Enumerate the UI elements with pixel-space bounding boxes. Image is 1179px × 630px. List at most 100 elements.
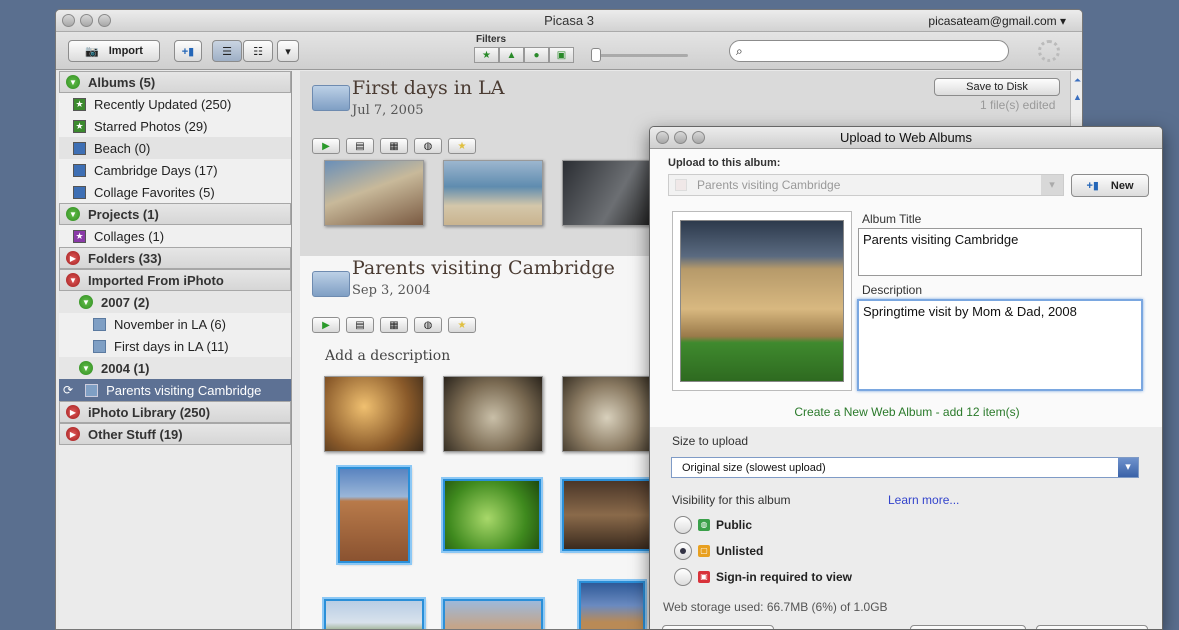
album-title-field[interactable]: Parents visiting Cambridge <box>858 228 1142 276</box>
import-button[interactable]: 📷 Import <box>68 40 160 62</box>
list-view-button[interactable]: ☰ <box>212 40 242 62</box>
star-button-icon[interactable]: ★ <box>448 138 476 154</box>
expand-triangle-icon[interactable]: ▼ <box>79 295 93 309</box>
sidebar-item-label: Cambridge Days (17) <box>94 162 218 178</box>
sidebar-folder-parents-visiting-cambridge[interactable]: ⟳ Parents visiting Cambridge <box>59 379 291 401</box>
sidebar-other-label: Other Stuff (19) <box>88 426 183 442</box>
save-to-disk-button[interactable]: Save to Disk <box>934 78 1060 96</box>
album-icon: ★ <box>73 97 86 111</box>
video-filter-icon[interactable]: ▣ <box>549 47 574 63</box>
sidebar-year-label: 2007 (2) <box>101 294 150 310</box>
dialog-cancel-button[interactable] <box>910 625 1026 629</box>
expand-triangle-icon[interactable]: ▼ <box>66 75 80 89</box>
signin-option[interactable]: ▣ Sign-in required to view <box>698 570 852 584</box>
photo-thumbnail-selected[interactable] <box>577 579 647 629</box>
unlisted-radio[interactable] <box>674 542 692 560</box>
album-select[interactable]: Parents visiting Cambridge ▾ <box>668 174 1064 196</box>
star-button-icon[interactable]: ★ <box>448 317 476 333</box>
photo-thumbnail[interactable] <box>443 160 543 226</box>
sidebar-item-collages[interactable]: ★ Collages (1) <box>59 225 291 247</box>
photo-thumbnail-selected[interactable] <box>441 477 543 553</box>
sidebar-year-2007[interactable]: ▼ 2007 (2) <box>59 291 291 313</box>
thumbnail-view-button[interactable]: ☷ <box>243 40 273 62</box>
play-slideshow-icon[interactable]: ▶ <box>312 317 340 333</box>
sidebar-folder-first-days-la[interactable]: First days in LA (11) <box>59 335 291 357</box>
upload-size-select[interactable]: Original size (slowest upload) ▾ <box>671 457 1139 478</box>
album-thumb-icon <box>675 179 687 191</box>
photo-thumbnail-selected[interactable] <box>560 477 654 553</box>
scroll-up-icon[interactable]: ▲ <box>1071 92 1082 102</box>
filter-slider-knob[interactable] <box>591 48 601 62</box>
photo-thumbnail[interactable] <box>562 376 652 452</box>
sidebar-projects-header[interactable]: ▼ Projects (1) <box>59 203 291 225</box>
sidebar-albums-header[interactable]: ▼ Albums (5) <box>59 71 291 93</box>
description-field[interactable]: Springtime visit by Mom & Dad, 2008 <box>857 299 1143 391</box>
collapse-triangle-icon[interactable]: ▶ <box>66 405 80 419</box>
sidebar-folder-november-la[interactable]: November in LA (6) <box>59 313 291 335</box>
sidebar-item-beach[interactable]: Beach (0) <box>59 137 291 159</box>
public-label: Public <box>716 518 753 532</box>
sidebar-iphoto-header[interactable]: ▶ iPhoto Library (250) <box>59 401 291 423</box>
expand-triangle-icon[interactable]: ▼ <box>66 207 80 221</box>
photo-thumbnail[interactable] <box>324 376 424 452</box>
play-slideshow-icon[interactable]: ▶ <box>312 138 340 154</box>
sidebar-item-label: Parents visiting Cambridge <box>106 382 262 398</box>
section-actions-parents: ▶ ▤ ▦ ◍ ★ <box>312 317 476 333</box>
people-filter-icon[interactable]: ● <box>524 47 549 63</box>
sidebar-year-label: 2004 (1) <box>101 360 150 376</box>
lock-icon: ▣ <box>698 571 710 583</box>
new-album-button[interactable]: +▮ New <box>1071 174 1149 197</box>
photo-thumbnail-selected[interactable] <box>441 597 545 629</box>
sidebar-item-collage-favorites[interactable]: Collage Favorites (5) <box>59 181 291 203</box>
import-label: Import <box>108 45 143 57</box>
photo-thumbnail-selected[interactable] <box>322 597 426 629</box>
dialog-left-button[interactable] <box>662 625 774 629</box>
sidebar-other-header[interactable]: ▶ Other Stuff (19) <box>59 423 291 445</box>
filter-slider-track[interactable] <box>596 54 688 57</box>
photo-thumbnail[interactable] <box>562 160 652 226</box>
upload-to-label: Upload to this album: <box>668 157 781 169</box>
sidebar-folders-header[interactable]: ▶ Folders (33) <box>59 247 291 269</box>
geotag-button-icon[interactable]: ◍ <box>414 138 442 154</box>
learn-more-link[interactable]: Learn more... <box>888 493 959 507</box>
sidebar-item-label: Collages (1) <box>94 228 165 244</box>
public-option[interactable]: ◍ Public <box>698 518 752 532</box>
add-to-album-button[interactable]: +▮ <box>174 40 202 62</box>
photo-thumbnail[interactable] <box>324 160 424 226</box>
unlisted-option[interactable]: ▢ Unlisted <box>698 544 763 558</box>
geotag-button-icon[interactable]: ◍ <box>414 317 442 333</box>
public-radio[interactable] <box>674 516 692 534</box>
photo-thumbnail-selected[interactable] <box>336 465 412 565</box>
scroll-top-icon[interactable]: ⏶ <box>1071 75 1082 86</box>
view-menu-button[interactable]: ▾ <box>277 40 299 62</box>
photo-thumbnail[interactable] <box>443 376 543 452</box>
movie-button-icon[interactable]: ▦ <box>380 317 408 333</box>
dialog-album-section: Upload to this album: Parents visiting C… <box>650 149 1162 427</box>
album-select-value: Parents visiting Cambridge <box>697 178 841 192</box>
search-input[interactable]: ⌕ <box>729 40 1009 62</box>
dialog-upload-button[interactable] <box>1036 625 1148 629</box>
sidebar-item-label: Recently Updated (250) <box>94 96 232 112</box>
movie-button-icon[interactable]: ▦ <box>380 138 408 154</box>
sidebar-item-recently-updated[interactable]: ★ Recently Updated (250) <box>59 93 291 115</box>
collapse-triangle-icon[interactable]: ▶ <box>66 251 80 265</box>
collapse-triangle-icon[interactable]: ▼ <box>66 273 80 287</box>
account-menu[interactable]: picasateam@gmail.com ▾ <box>928 14 1066 28</box>
sidebar-item-cambridge-days[interactable]: Cambridge Days (17) <box>59 159 291 181</box>
dialog-title: Upload to Web Albums <box>840 130 972 145</box>
sidebar-year-2004[interactable]: ▼ 2004 (1) <box>59 357 291 379</box>
collage-button-icon[interactable]: ▤ <box>346 317 374 333</box>
section-title-first-days: First days in LA <box>352 77 505 99</box>
collage-button-icon[interactable]: ▤ <box>346 138 374 154</box>
sidebar-imported-header[interactable]: ▼ Imported From iPhoto <box>59 269 291 291</box>
size-to-upload-label: Size to upload <box>672 434 749 448</box>
upload-filter-icon[interactable]: ▲ <box>499 47 524 63</box>
folder-icon <box>93 339 106 353</box>
list-view-icon: ☰ <box>222 45 232 58</box>
star-filter-icon[interactable]: ★ <box>474 47 499 63</box>
add-description-field[interactable]: Add a description <box>325 348 450 364</box>
sidebar-item-starred-photos[interactable]: ★ Starred Photos (29) <box>59 115 291 137</box>
signin-radio[interactable] <box>674 568 692 586</box>
expand-triangle-icon[interactable]: ▼ <box>79 361 93 375</box>
collapse-triangle-icon[interactable]: ▶ <box>66 427 80 441</box>
